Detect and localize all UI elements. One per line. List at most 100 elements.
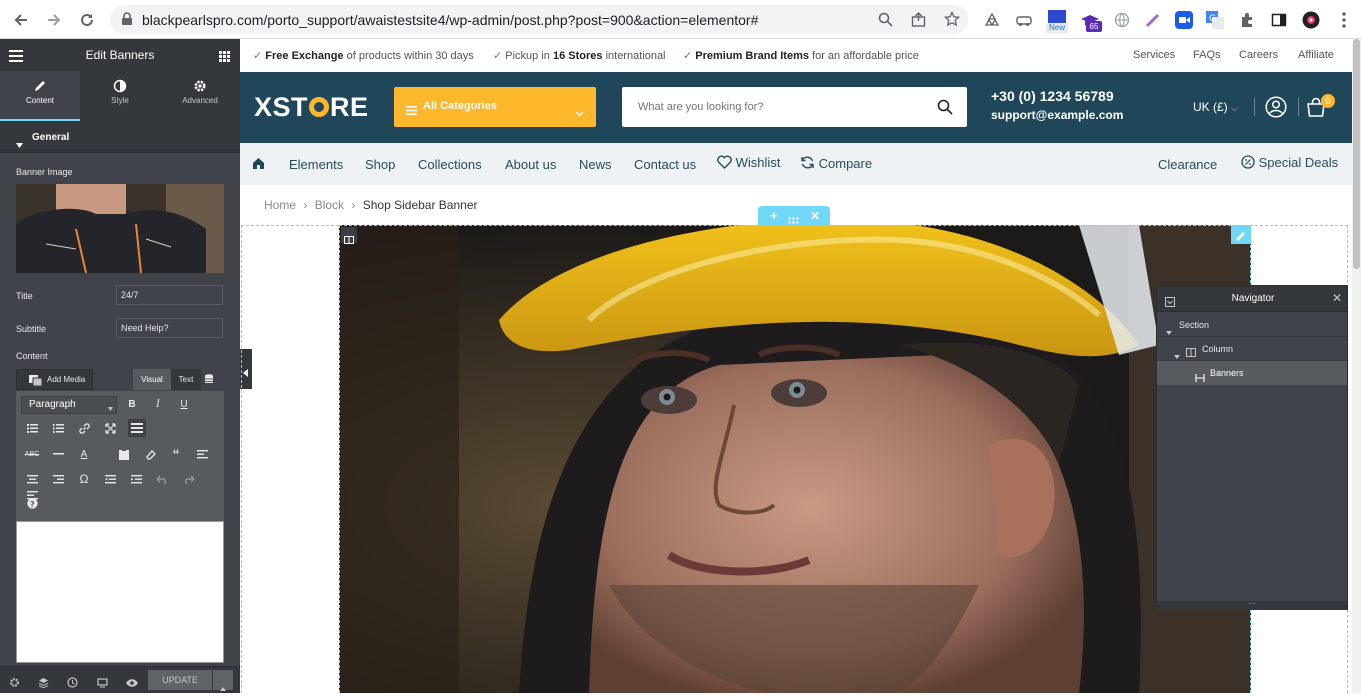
update-button[interactable]: UPDATE [148, 670, 212, 690]
underline-button[interactable]: U [176, 396, 192, 412]
blockquote-icon[interactable]: “ [168, 446, 184, 462]
video-extension-icon[interactable] [1175, 11, 1193, 29]
italic-button[interactable]: I [150, 396, 166, 412]
navigator-item-column[interactable]: Column [1157, 337, 1347, 361]
car-extension-icon[interactable] [1015, 11, 1033, 29]
align-center-icon[interactable] [24, 471, 40, 487]
link-affiliate[interactable]: Affiliate [1298, 49, 1334, 61]
forward-arrow-icon[interactable] [42, 8, 66, 32]
update-options-button[interactable] [213, 670, 233, 691]
site-logo[interactable]: XST RE [254, 92, 369, 123]
nav-collections[interactable]: Collections [418, 157, 482, 172]
nav-compare[interactable]: Compare [800, 155, 872, 171]
fullscreen-icon[interactable] [102, 420, 118, 436]
puzzle-extension-icon[interactable] [1238, 11, 1256, 29]
profile-avatar-icon[interactable] [1302, 11, 1320, 29]
paste-text-icon[interactable] [116, 446, 132, 462]
header-email[interactable]: support@example.com [991, 108, 1123, 122]
more-menu-icon[interactable] [1335, 11, 1353, 29]
nav-special-deals[interactable]: Special Deals [1241, 155, 1338, 170]
breadcrumb-home[interactable]: Home [264, 198, 296, 212]
nav-about-us[interactable]: About us [505, 157, 556, 172]
currency-selector[interactable]: UK (£) ⌵ [1193, 100, 1238, 114]
tab-visual[interactable]: Visual [133, 369, 171, 390]
strikethrough-button[interactable]: ABC [24, 446, 40, 462]
sidepanel-icon[interactable] [1270, 11, 1288, 29]
pen-extension-icon[interactable] [1144, 11, 1162, 29]
navigator-resize-handle[interactable]: ··· [1157, 600, 1347, 610]
url-text[interactable]: blackpearlspro.com/porto_support/awaiste… [142, 12, 758, 28]
special-char-icon[interactable]: Ω [76, 471, 92, 487]
undo-icon[interactable] [154, 471, 170, 487]
tab-advanced[interactable]: Advanced [160, 71, 240, 121]
translate-extension-icon[interactable]: G [1206, 11, 1224, 29]
reload-icon[interactable] [75, 8, 99, 32]
nav-news[interactable]: News [579, 157, 612, 172]
link-services[interactable]: Services [1133, 49, 1175, 61]
search-icon[interactable] [937, 99, 953, 120]
eraser-icon[interactable] [142, 446, 158, 462]
tab-text[interactable]: Text [171, 369, 201, 390]
tab-content[interactable]: Content [0, 71, 80, 121]
search-input[interactable] [628, 92, 928, 122]
numbered-list-icon[interactable] [50, 420, 66, 436]
scrollbar-thumb[interactable] [1353, 39, 1360, 269]
link-icon[interactable] [76, 420, 92, 436]
widgets-grid-icon[interactable] [219, 49, 230, 67]
horizontal-line-icon[interactable] [50, 446, 66, 462]
nav-shop[interactable]: Shop [365, 157, 395, 172]
header-phone[interactable]: +30 (0) 1234 56789 [991, 88, 1114, 104]
outdent-icon[interactable] [102, 471, 118, 487]
title-input[interactable]: 24/7 [116, 285, 223, 305]
globe-extension-icon[interactable] [1113, 11, 1131, 29]
navigator-item-banners[interactable]: Banners [1157, 361, 1347, 385]
section-handle[interactable]: + ✕ [758, 206, 830, 225]
lock-icon[interactable] [121, 12, 133, 31]
add-section-icon[interactable]: + [770, 208, 778, 223]
page-scrollbar[interactable] [1352, 39, 1361, 693]
search-icon[interactable] [878, 12, 893, 32]
align-left-icon[interactable] [194, 446, 210, 462]
widget-edit-button[interactable] [1231, 225, 1251, 244]
indent-icon[interactable] [128, 471, 144, 487]
database-icon[interactable] [203, 372, 215, 390]
bookmark-star-icon[interactable] [943, 10, 961, 32]
home-icon[interactable] [252, 157, 265, 173]
toolbar-toggle-icon[interactable] [128, 419, 146, 437]
format-select[interactable]: Paragraph [21, 396, 117, 414]
bullet-list-icon[interactable] [24, 420, 40, 436]
delete-section-icon[interactable]: ✕ [810, 209, 820, 223]
graduation-cap-extension-icon[interactable]: 65 [1078, 9, 1102, 33]
close-icon[interactable]: ✕ [1332, 291, 1342, 305]
navigator-header[interactable]: Navigator ✕ [1157, 286, 1347, 312]
breadcrumb-block[interactable]: Block [315, 198, 344, 212]
layers-icon[interactable] [38, 675, 49, 693]
history-icon[interactable] [67, 675, 78, 693]
all-categories-button[interactable]: All Categories [394, 87, 596, 127]
nav-elements[interactable]: Elements [289, 157, 343, 172]
nav-contact-us[interactable]: Contact us [634, 157, 696, 172]
section-general-header[interactable]: General [0, 125, 240, 151]
recycle-extension-icon[interactable] [983, 11, 1001, 29]
nav-clearance[interactable]: Clearance [1158, 157, 1217, 172]
add-media-button[interactable]: Add Media [16, 369, 93, 390]
settings-gear-icon[interactable] [9, 675, 20, 693]
back-arrow-icon[interactable] [9, 8, 33, 32]
bold-button[interactable]: B [124, 396, 140, 412]
redo-icon[interactable] [180, 471, 196, 487]
content-editor-area[interactable] [16, 521, 224, 663]
navigator-item-section[interactable]: Section [1157, 313, 1347, 337]
address-bar[interactable]: blackpearlspro.com/porto_support/awaiste… [110, 5, 968, 34]
account-user-icon[interactable] [1265, 96, 1287, 123]
help-icon[interactable]: ? [24, 495, 40, 511]
text-color-button[interactable]: A [76, 446, 92, 462]
nav-wishlist[interactable]: Wishlist [717, 155, 780, 170]
tab-style[interactable]: Style [80, 71, 160, 121]
column-handle[interactable] [341, 227, 357, 244]
link-faqs[interactable]: FAQs [1193, 49, 1221, 61]
link-careers[interactable]: Careers [1239, 49, 1278, 61]
preview-eye-icon[interactable] [126, 675, 138, 693]
news-extension-icon[interactable]: New [1046, 10, 1068, 36]
align-right-icon[interactable] [50, 471, 66, 487]
share-icon[interactable] [911, 12, 926, 32]
